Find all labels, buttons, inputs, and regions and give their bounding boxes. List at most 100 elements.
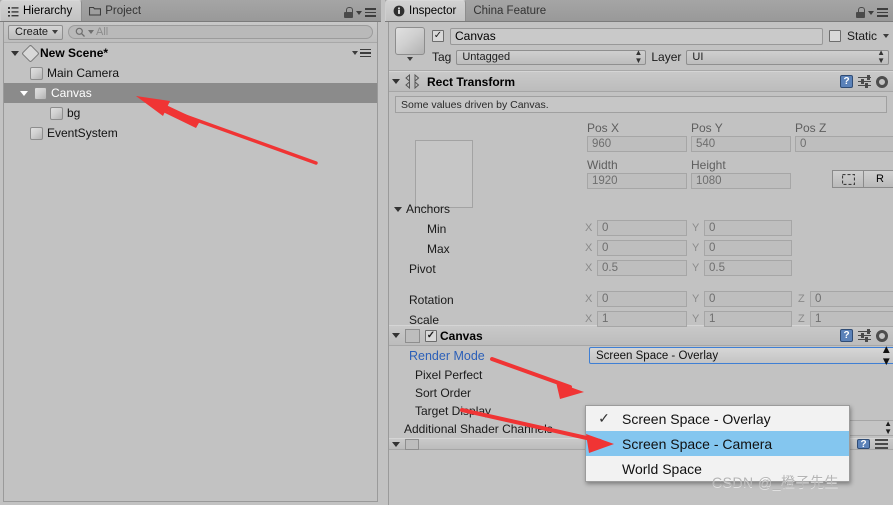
pos-x-field[interactable]: 960 — [587, 136, 687, 152]
menu-item-screen-space-overlay[interactable]: ✓ Screen Space - Overlay — [586, 406, 849, 431]
canvas-foldout-icon[interactable] — [392, 333, 400, 338]
pos-x-label: Pos X — [587, 121, 620, 135]
check-icon: ✓ — [598, 410, 610, 426]
anchor-min-x-field[interactable]: 0 — [597, 220, 687, 236]
height-field[interactable]: 1080 — [691, 173, 791, 189]
hierarchy-item-eventsystem[interactable]: EventSystem — [4, 123, 377, 143]
pos-y-field[interactable]: 540 — [691, 136, 791, 152]
layer-dropdown[interactable]: UI ▲ ▼ — [686, 49, 889, 65]
hierarchy-item-label: Main Camera — [47, 66, 120, 80]
width-field[interactable]: 1920 — [587, 173, 687, 189]
hierarchy-item-bg[interactable]: bg — [4, 103, 377, 123]
rotation-y-axis: Y — [692, 293, 700, 305]
preset-icon[interactable] — [875, 438, 888, 450]
preset-icon[interactable] — [858, 74, 871, 88]
scene-root-row[interactable]: New Scene* — [4, 43, 377, 63]
hierarchy-toolbar: Create All — [4, 22, 377, 43]
search-icon — [75, 27, 86, 38]
tag-dropdown[interactable]: Untagged ▲ ▼ — [456, 49, 647, 65]
pivot-x-field[interactable]: 0.5 — [597, 260, 687, 276]
canvas-expand-toggle[interactable] — [17, 90, 30, 96]
rotation-x-field[interactable]: 0 — [597, 291, 687, 307]
hierarchy-item-canvas[interactable]: Canvas — [4, 83, 377, 103]
menu-item-label: Screen Space - Overlay — [622, 410, 771, 427]
tab-project[interactable]: Project — [82, 0, 150, 21]
panel-menu-icon[interactable] — [877, 8, 888, 17]
folder-icon — [89, 6, 102, 16]
search-filter-chevron-icon[interactable] — [88, 30, 95, 34]
static-chevron-down-icon[interactable] — [883, 34, 889, 38]
anchor-max-x-field[interactable]: 0 — [597, 240, 687, 256]
rect-transform-foldout-icon[interactable] — [392, 79, 400, 84]
search-input[interactable]: All — [68, 25, 373, 39]
next-component-foldout-icon[interactable] — [392, 441, 400, 447]
hierarchy-item-label: Canvas — [51, 86, 92, 100]
help-icon[interactable]: ? — [857, 439, 870, 450]
anchors-foldout-icon — [394, 206, 402, 212]
icon-chevron-down-icon[interactable] — [407, 57, 413, 61]
scale-x-field[interactable]: 1 — [597, 311, 687, 327]
chevron-down-icon[interactable] — [356, 10, 362, 15]
gear-icon[interactable] — [876, 329, 888, 342]
tab-project-label: Project — [105, 4, 142, 17]
gameobject-name-field[interactable]: Canvas — [450, 27, 823, 45]
rotation-z-field[interactable]: 0 — [810, 291, 893, 307]
sort-order-label: Sort Order — [415, 386, 472, 400]
watermark: CSDN @_橙子先生 — [712, 474, 840, 490]
search-placeholder: All — [96, 26, 109, 38]
scale-y-field[interactable]: 1 — [704, 311, 792, 327]
blueprint-mode-button[interactable] — [832, 170, 864, 188]
create-chevron-down-icon — [52, 30, 59, 34]
anchor-min-y-field[interactable]: 0 — [704, 220, 792, 236]
tag-layer-row: Tag Untagged ▲ ▼ Layer UI ▲ ▼ — [432, 48, 889, 66]
anchors-foldout[interactable]: Anchors — [394, 202, 450, 216]
scale-z-field[interactable]: 1 — [810, 311, 893, 327]
help-icon[interactable]: ? — [840, 75, 853, 88]
preset-icon[interactable] — [858, 328, 871, 342]
raw-edit-button[interactable]: R — [863, 170, 893, 188]
help-icon[interactable]: ? — [840, 329, 853, 342]
panel-menu-icon[interactable] — [365, 8, 376, 17]
tab-hierarchy[interactable]: Hierarchy — [0, 0, 83, 21]
gear-icon[interactable] — [876, 75, 888, 88]
pos-z-field[interactable]: 0 — [795, 136, 893, 152]
tab-inspector-label: Inspector — [409, 5, 457, 17]
canvas-component-title: Canvas — [440, 328, 483, 343]
render-mode-value: Screen Space - Overlay — [596, 349, 719, 362]
anchor-min-x-axis: X — [585, 222, 593, 234]
rotation-z-axis: Z — [798, 293, 805, 305]
gameobject-icon — [30, 66, 43, 80]
pivot-y-field[interactable]: 0.5 — [704, 260, 792, 276]
tab-inspector[interactable]: Inspector — [385, 0, 467, 21]
menu-item-screen-space-camera[interactable]: Screen Space - Camera — [586, 431, 849, 456]
additional-shader-channels-label: Additional Shader Channels — [404, 422, 553, 436]
hierarchy-item-label: bg — [67, 106, 81, 120]
anchor-preset-widget[interactable] — [415, 140, 473, 208]
anchor-max-y-field[interactable]: 0 — [704, 240, 792, 256]
lock-icon[interactable] — [856, 7, 865, 18]
scene-context-menu-icon[interactable] — [352, 48, 377, 58]
height-label: Height — [691, 158, 726, 172]
render-mode-popup-menu[interactable]: ✓ Screen Space - Overlay Screen Space - … — [585, 405, 850, 482]
gameobject-icon — [30, 126, 43, 140]
tab-china-feature[interactable]: China Feature — [466, 0, 555, 21]
static-checkbox[interactable] — [828, 30, 841, 42]
gameobject-icon — [395, 27, 425, 55]
width-label: Width — [587, 158, 618, 172]
scale-x-axis: X — [585, 313, 593, 325]
lock-icon[interactable] — [344, 7, 353, 18]
rect-transform-header[interactable]: Rect Transform ? — [389, 71, 893, 92]
hierarchy-item-main-camera[interactable]: Main Camera — [4, 63, 377, 83]
driven-values-notice: Some values driven by Canvas. — [395, 96, 887, 113]
pos-y-label: Pos Y — [691, 121, 723, 135]
rotation-y-field[interactable]: 0 — [704, 291, 792, 307]
next-component-icon — [405, 438, 419, 450]
render-mode-dropdown[interactable]: Screen Space - Overlay ▲ ▼ — [589, 344, 893, 368]
canvas-component-header[interactable]: ✓ Canvas ? — [389, 325, 893, 346]
create-button[interactable]: Create — [8, 24, 64, 40]
canvas-enabled-checkbox[interactable]: ✓ — [425, 329, 437, 342]
chevron-down-icon[interactable] — [868, 10, 874, 15]
gameobject-header: ✓ Canvas Static Tag Untagged ▲ ▼ Layer U… — [389, 22, 893, 71]
gameobject-enabled-checkbox[interactable]: ✓ — [432, 30, 444, 42]
pixel-perfect-label: Pixel Perfect — [415, 368, 483, 382]
